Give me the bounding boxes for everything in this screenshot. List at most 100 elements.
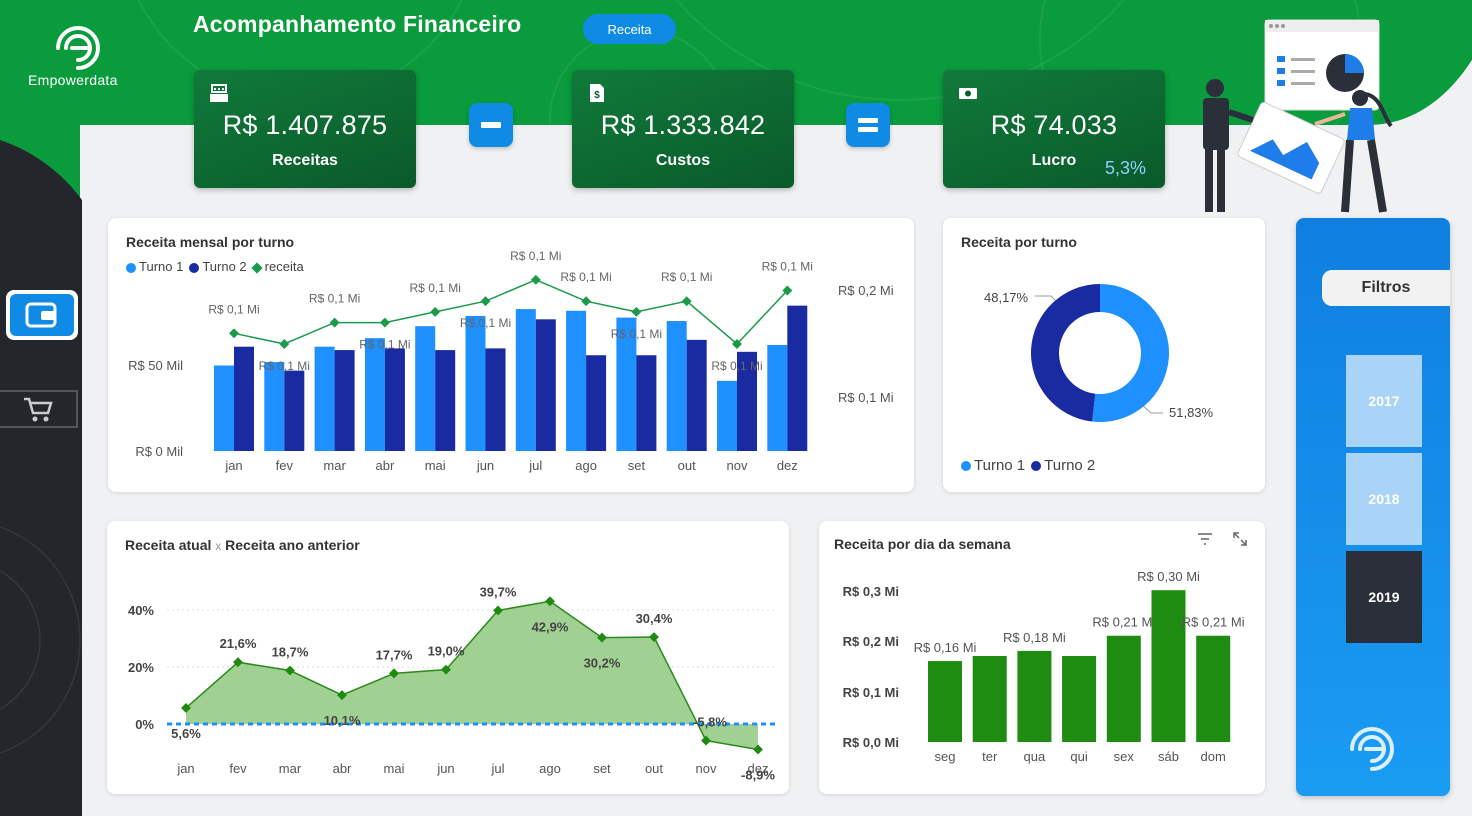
- x-tick-label: nov: [727, 458, 748, 473]
- data-label: R$ 0,1 Mi: [611, 327, 662, 341]
- x-tick-label: ago: [539, 761, 561, 776]
- bar-turno1: [566, 310, 587, 451]
- bar-turno1: [314, 346, 335, 451]
- bar-turno1: [415, 326, 436, 451]
- x-tick-label: jan: [176, 761, 194, 776]
- receita-point: [581, 296, 592, 307]
- data-label: R$ 0,16 Mi: [914, 640, 977, 655]
- data-label: R$ 0,1 Mi: [510, 249, 561, 263]
- x-tick-label: ter: [982, 749, 998, 764]
- x-tick-label: jul: [528, 458, 542, 473]
- kpi-revenue-label: Receitas: [272, 152, 338, 169]
- donut-label-turno1: 51,83%: [1169, 405, 1214, 420]
- x-tick-label: mai: [425, 458, 446, 473]
- equals-operator: [846, 103, 890, 147]
- money-icon: [959, 88, 977, 99]
- empowerdata-logo-icon: [1350, 727, 1394, 771]
- data-label: 30,4%: [636, 611, 673, 626]
- data-label: R$ 0,1 Mi: [661, 270, 712, 284]
- monthly-revenue-chart: R$ 50 Mil R$ 0 Mil R$ 0,2 Mi R$ 0,1 Mi j…: [128, 249, 894, 473]
- receita-point: [279, 339, 290, 349]
- x-tick-label: seg: [935, 749, 956, 764]
- data-label: R$ 0,18 Mi: [1003, 630, 1066, 645]
- bar-turno2: [485, 348, 506, 451]
- bar-turno2: [234, 346, 254, 451]
- bar-weekday: [1151, 590, 1186, 742]
- minus-icon: [481, 122, 501, 128]
- x-tick-label: mai: [384, 761, 405, 776]
- x-tick-label: qui: [1070, 749, 1087, 764]
- bar-turno2: [535, 319, 556, 451]
- y-tick-label: R$ 0,3 Mi: [843, 584, 899, 599]
- nav-cart-button[interactable]: [0, 390, 78, 428]
- x-tick-label: sáb: [1158, 749, 1179, 764]
- bar-turno2: [686, 339, 707, 451]
- bar-turno1: [214, 365, 234, 451]
- donut-label-turno2: 48,17%: [984, 290, 1029, 305]
- kpi-costs-value: R$ 1.333.842: [600, 110, 766, 140]
- kpi-profit-value: R$ 74.033: [990, 110, 1118, 140]
- receita-point: [229, 328, 239, 339]
- x-tick-label: out: [645, 761, 663, 776]
- bar-turno2: [435, 350, 456, 451]
- x-tick-label: out: [678, 458, 696, 473]
- weekday-revenue-chart: R$ 0,3 Mi R$ 0,2 Mi R$ 0,1 Mi R$ 0,0 Mi seg R…: [843, 569, 1245, 764]
- data-label: R$ 0,1 Mi: [208, 302, 259, 316]
- kpi-costs-label: Custos: [655, 152, 711, 169]
- y-tick-label: R$ 0,2 Mi: [843, 634, 899, 649]
- data-label: R$ 0,1 Mi: [711, 359, 762, 373]
- data-label: R$ 0,21 Mi: [1092, 615, 1155, 630]
- bar-turno1: [666, 321, 687, 451]
- filters-panel: Filtros 2017 2018 2019: [1296, 218, 1450, 796]
- x-tick-label: mar: [323, 458, 346, 473]
- empowerdata-logo-icon: [56, 26, 100, 70]
- bar-turno1: [465, 315, 486, 451]
- bar-turno2: [787, 305, 808, 451]
- bar-weekday: [1017, 650, 1052, 742]
- yoy-revenue-chart: 40% 20% 0% 5,6% jan 21,6% fev 18,7% mar 10,1% abr 1…: [128, 584, 777, 782]
- x-tick-label: abr: [376, 458, 395, 473]
- revenue-by-shift-card: Receita por turno 48,17% 51,83% Turno 1 …: [943, 218, 1265, 492]
- bar-turno1: [767, 344, 788, 451]
- bar-turno2: [334, 350, 355, 451]
- data-label: 5,6%: [171, 726, 201, 741]
- revenue-by-shift-donut: 48,17% 51,83%: [984, 284, 1214, 422]
- x-tick-label: dez: [777, 458, 798, 473]
- donut-slice: [1092, 284, 1169, 422]
- kpi-revenue-value: R$ 1.407.875: [222, 110, 388, 140]
- page-title: Acompanhamento Financeiro: [193, 11, 522, 37]
- data-label: 21,6%: [220, 636, 257, 651]
- year-filter-2018[interactable]: 2018: [1346, 453, 1422, 545]
- x-tick-label: jun: [436, 761, 454, 776]
- kpi-costs-card: $ R$ 1.333.842 Custos: [572, 70, 794, 188]
- x-tick-label: dom: [1201, 749, 1226, 764]
- bar-weekday: [928, 661, 962, 742]
- sidebar: Empowerdata: [0, 0, 117, 816]
- nav-wallet-button[interactable]: [6, 290, 78, 340]
- bar-weekday: [972, 655, 1007, 742]
- yoy-revenue-card: Receita atual x Receita ano anterior 40%…: [107, 521, 789, 794]
- bar-turno1: [364, 338, 385, 451]
- analytics-illustration: [1203, 19, 1393, 213]
- year-filter-2019[interactable]: 2019: [1346, 551, 1422, 643]
- data-label: 18,7%: [272, 645, 309, 660]
- year-filter-2017[interactable]: 2017: [1346, 355, 1422, 447]
- donut-legend: Turno 1 Turno 2: [961, 457, 1095, 474]
- y-tick-label: 40%: [128, 603, 154, 618]
- bar-weekday: [1196, 635, 1231, 742]
- data-label: R$ 0,1 Mi: [410, 281, 461, 295]
- x-tick-label: jun: [476, 458, 494, 473]
- y-tick-right: R$ 0,2 Mi: [838, 283, 894, 298]
- bar-weekday: [1062, 655, 1097, 742]
- minus-operator: [469, 103, 513, 147]
- bar-weekday: [1106, 635, 1141, 742]
- x-tick-label: dez: [748, 761, 769, 776]
- x-tick-label: jul: [490, 761, 504, 776]
- bar-turno2: [636, 355, 657, 451]
- x-tick-label: nov: [696, 761, 717, 776]
- data-label: R$ 0,21 Mi: [1182, 615, 1245, 630]
- receita-filter-pill[interactable]: Receita: [583, 14, 676, 44]
- receita-line: [233, 278, 788, 346]
- data-label: R$ 0,1 Mi: [309, 292, 360, 306]
- equals-icon: [858, 118, 878, 132]
